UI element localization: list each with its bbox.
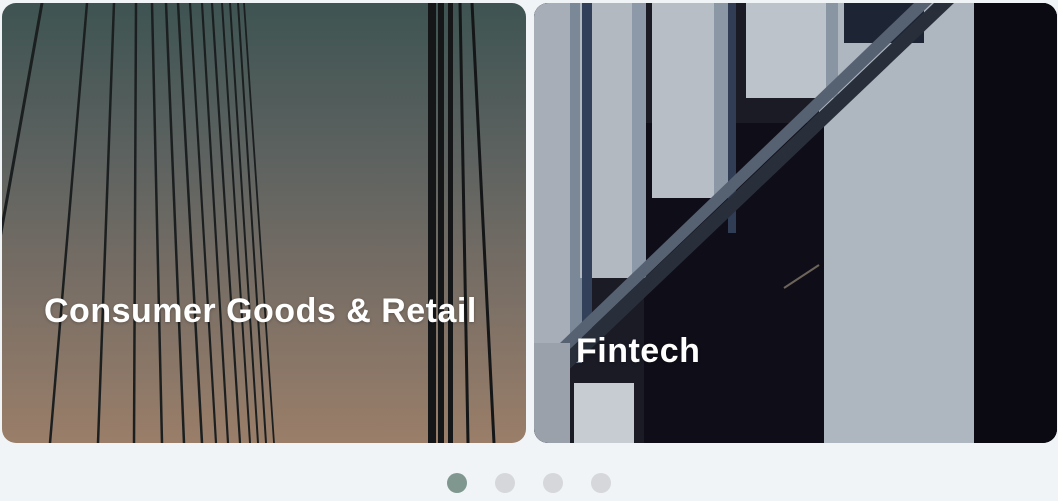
industry-card-fintech[interactable]: Fintech [534,3,1057,443]
carousel-pagination [0,473,1058,493]
industry-card-consumer-goods[interactable]: Consumer Goods & Retail [2,3,526,443]
pagination-dot-1[interactable] [447,473,467,493]
pagination-dot-3[interactable] [543,473,563,493]
card-title: Consumer Goods & Retail [44,292,477,330]
pagination-dot-4[interactable] [591,473,611,493]
industry-carousel: Consumer Goods & Retail Fintech [0,0,1058,501]
card-title: Fintech [576,332,701,370]
pagination-dot-2[interactable] [495,473,515,493]
bridge-cables-image [2,3,496,443]
building-facade-image [534,3,1057,443]
